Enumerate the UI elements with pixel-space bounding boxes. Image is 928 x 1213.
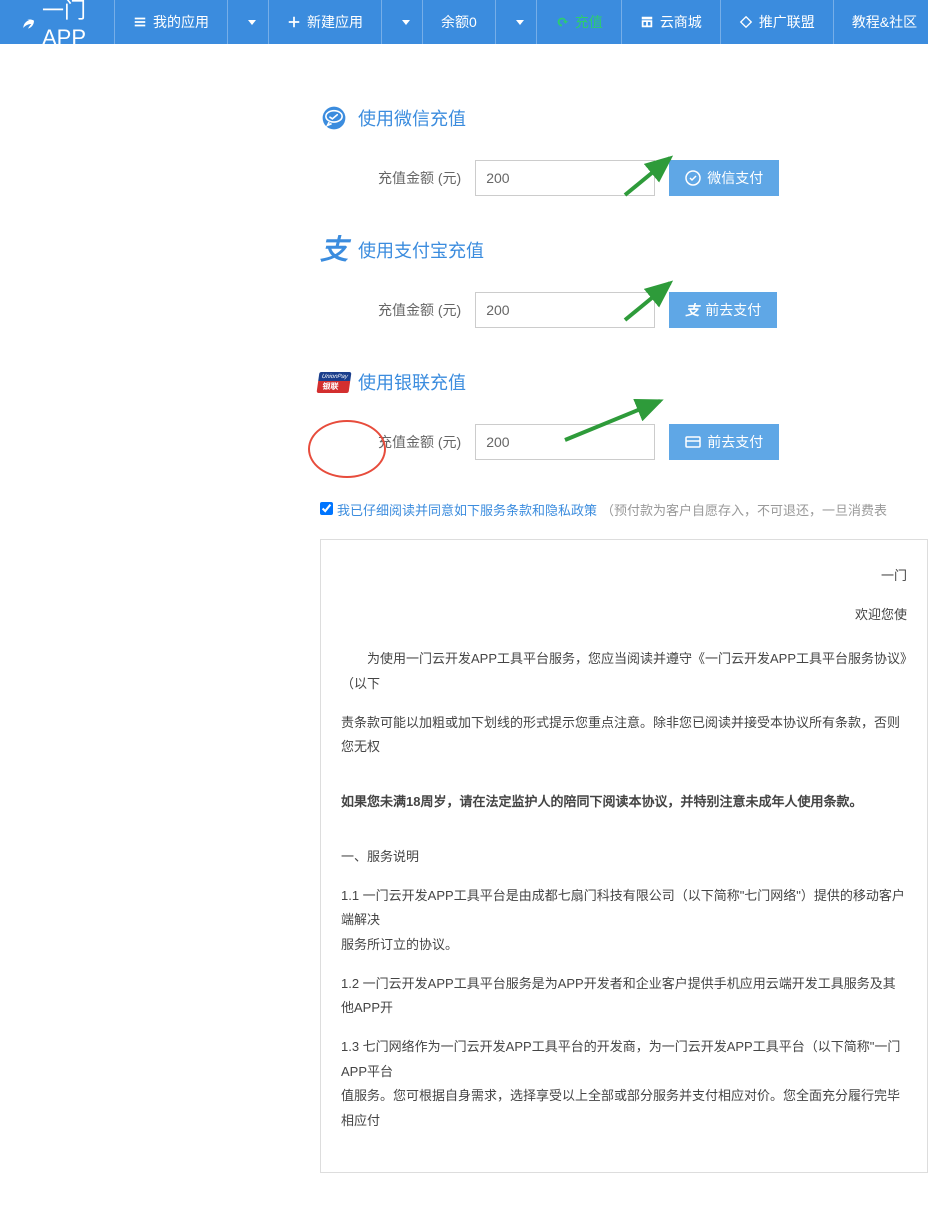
nav-affiliate[interactable]: 推广联盟	[720, 0, 833, 44]
wechat-amount-input[interactable]	[475, 160, 655, 196]
nav-recharge[interactable]: 充值	[536, 0, 621, 44]
nav-my-apps-dropdown[interactable]	[227, 0, 268, 44]
main-content: 使用微信充值 充值金额 (元) 微信支付 支 使用支付宝充值 充值金额 (元) …	[0, 44, 928, 1213]
chevron-down-icon	[402, 20, 410, 25]
terms-minor-notice: 如果您未满18周岁，请在法定监护人的陪同下阅读本协议，并特别注意未成年人使用条款…	[341, 790, 907, 815]
terms-box: 一门 欢迎您使 为使用一门云开发APP工具平台服务，您应当阅读并遵守《一门云开发…	[320, 539, 928, 1173]
nav-community[interactable]: 教程&社区	[833, 0, 928, 44]
nav-label: 我的应用	[153, 12, 209, 32]
wechat-form-row: 充值金额 (元) 微信支付	[378, 160, 928, 196]
chevron-down-icon	[516, 20, 524, 25]
brand[interactable]: 一门APP	[0, 0, 114, 44]
nav-balance-dropdown[interactable]	[495, 0, 536, 44]
alipay-amount-label: 充值金额 (元)	[378, 300, 461, 320]
unionpay-form-row: 充值金额 (元) 前去支付	[378, 424, 928, 460]
brand-text: 一门APP	[42, 0, 96, 51]
wechat-amount-label: 充值金额 (元)	[378, 168, 461, 188]
alipay-heading: 使用支付宝充值	[358, 237, 484, 263]
nav-new-app-dropdown[interactable]	[381, 0, 422, 44]
agree-note: （预付款为客户自愿存入，不可退还，一旦消费表	[601, 500, 887, 519]
unionpay-icon: UnionPay 银联	[320, 368, 348, 396]
chevron-down-icon	[248, 20, 256, 25]
unionpay-pay-label: 前去支付	[707, 432, 763, 452]
list-icon	[133, 15, 147, 29]
terms-1-1: 1.1 一门云开发APP工具平台是由成都七扇门科技有限公司（以下简称"七门网络"…	[341, 884, 907, 933]
terms-1-1b: 服务所订立的协议。	[341, 933, 907, 958]
nav-label: 余额0	[441, 12, 477, 32]
nav-label: 推广联盟	[759, 12, 815, 32]
wechat-heading: 使用微信充值	[358, 105, 466, 131]
terms-1-2: 1.2 一门云开发APP工具平台服务是为APP开发者和企业客户提供手机应用云端开…	[341, 972, 907, 1021]
agree-terms-link[interactable]: 我已仔细阅读并同意如下服务条款和隐私政策	[337, 500, 597, 519]
nav-label: 云商城	[660, 12, 702, 32]
nav-cloud-store[interactable]: 云商城	[621, 0, 720, 44]
alipay-icon: 支	[320, 236, 348, 264]
terms-1-3: 1.3 七门网络作为一门云开发APP工具平台的开发商，为一门云开发APP工具平台…	[341, 1035, 907, 1084]
alipay-pay-label: 前去支付	[705, 300, 761, 320]
agree-terms-row: 我已仔细阅读并同意如下服务条款和隐私政策 （预付款为客户自愿存入，不可退还，一旦…	[320, 500, 928, 519]
wechat-pay-button[interactable]: 微信支付	[669, 160, 779, 196]
terms-welcome: 欢迎您使	[341, 603, 907, 628]
leaf-icon	[20, 9, 36, 35]
nav-label: 新建应用	[307, 12, 363, 32]
alipay-pay-icon: 支	[685, 300, 699, 320]
refresh-icon	[555, 15, 569, 29]
terms-para-2: 责条款可能以加粗或加下划线的形式提示您重点注意。除非您已阅读并接受本协议所有条款…	[341, 711, 907, 760]
wechat-pay-icon	[685, 170, 701, 186]
diamond-icon	[739, 15, 753, 29]
unionpay-pay-button[interactable]: 前去支付	[669, 424, 779, 460]
unionpay-amount-label: 充值金额 (元)	[378, 432, 461, 452]
unionpay-amount-input[interactable]	[475, 424, 655, 460]
wechat-pay-label: 微信支付	[707, 168, 763, 188]
store-icon	[640, 15, 654, 29]
plus-icon	[287, 15, 301, 29]
unionpay-section-header: UnionPay 银联 使用银联充值	[320, 368, 928, 396]
nav-label: 教程&社区	[852, 12, 917, 32]
nav-balance[interactable]: 余额0	[422, 0, 495, 44]
nav-my-apps[interactable]: 我的应用	[114, 0, 227, 44]
nav-label: 充值	[575, 12, 603, 32]
terms-title: 一门	[341, 564, 907, 589]
alipay-form-row: 充值金额 (元) 支 前去支付	[378, 292, 928, 328]
terms-1-3b: 值服务。您可根据自身需求，选择享受以上全部或部分服务并支付相应对价。您全面充分履…	[341, 1084, 907, 1133]
alipay-amount-input[interactable]	[475, 292, 655, 328]
card-icon	[685, 434, 701, 450]
wechat-section-header: 使用微信充值	[320, 104, 928, 132]
unionpay-heading: 使用银联充值	[358, 369, 466, 395]
alipay-section-header: 支 使用支付宝充值	[320, 236, 928, 264]
terms-para-1: 为使用一门云开发APP工具平台服务，您应当阅读并遵守《一门云开发APP工具平台服…	[341, 647, 907, 696]
wechat-icon	[320, 104, 348, 132]
terms-section-1-heading: 一、服务说明	[341, 845, 907, 870]
top-navbar: 一门APP 我的应用 新建应用 余额0 充值 云商城 推广联盟 教程&社区	[0, 0, 928, 44]
alipay-pay-button[interactable]: 支 前去支付	[669, 292, 777, 328]
nav-new-app[interactable]: 新建应用	[268, 0, 381, 44]
agree-checkbox[interactable]	[320, 502, 333, 515]
